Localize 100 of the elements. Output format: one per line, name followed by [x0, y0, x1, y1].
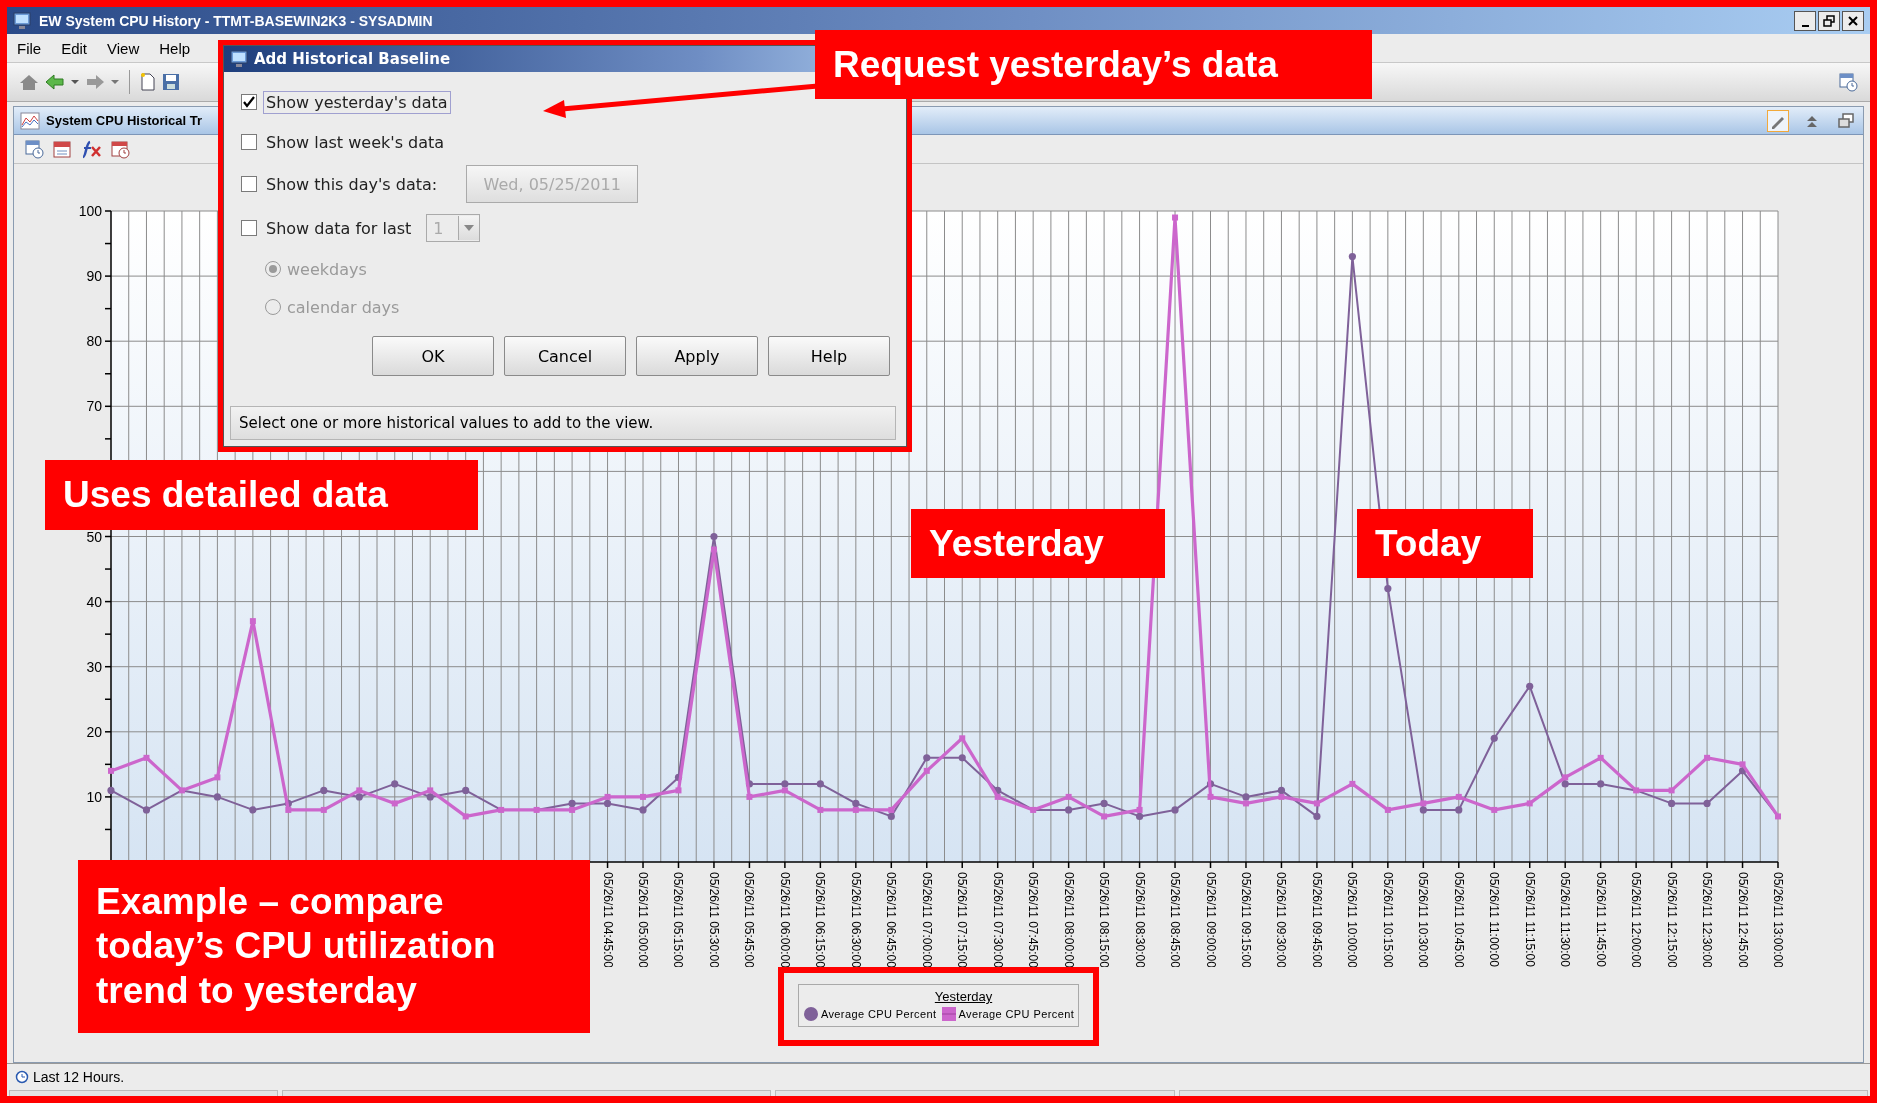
checkbox[interactable]	[241, 176, 257, 192]
callout-label: Today	[1357, 509, 1533, 578]
panel-tool-button[interactable]	[1767, 109, 1789, 132]
x-tick-label: 05/26/11 10:30:00	[1415, 872, 1430, 967]
x-tick-label: 05/26/11 12:30:00	[1699, 872, 1714, 967]
data-point	[1348, 780, 1355, 787]
data-point	[391, 800, 398, 807]
chart-icon	[20, 111, 40, 130]
menu-item[interactable]: Edit	[61, 39, 88, 57]
x-tick-label: 05/26/11 11:00:00	[1486, 872, 1501, 967]
data-point	[461, 786, 469, 794]
calendar-clock-icon[interactable]	[1838, 72, 1858, 92]
x-tick-label: 05/26/11 09:15:00	[1238, 872, 1253, 967]
calendar-clock-icon[interactable]	[110, 139, 130, 159]
x-tick-label: 05/26/11 06:15:00	[812, 872, 827, 967]
data-point	[533, 806, 540, 813]
y-tick-label: 100	[78, 203, 102, 219]
data-point	[1525, 682, 1533, 690]
x-tick-label: 05/26/11 11:45:00	[1593, 872, 1608, 967]
caret-icon[interactable]	[71, 79, 79, 85]
checkbox[interactable]	[241, 134, 257, 150]
menu-item[interactable]: File	[17, 39, 42, 57]
back-arrow-icon[interactable]	[45, 73, 65, 91]
x-tick-label: 05/26/11 08:00:00	[1061, 872, 1076, 967]
data-point	[958, 754, 966, 762]
x-tick-label: 05/26/11 07:15:00	[954, 872, 969, 967]
x-tick-label: 05/26/11 13:00:00	[1770, 872, 1785, 967]
x-tick-label: 05/26/11 09:30:00	[1273, 872, 1288, 967]
caret-icon[interactable]	[111, 79, 119, 85]
data-point	[107, 767, 114, 774]
data-point	[1596, 780, 1604, 788]
data-point	[1490, 734, 1498, 742]
data-point	[497, 806, 504, 813]
x-tick-label: 05/26/11 10:00:00	[1344, 872, 1359, 967]
data-point	[922, 754, 930, 762]
x-tick-label: 05/26/11 10:45:00	[1451, 872, 1466, 967]
data-point	[319, 786, 327, 794]
x-tick-label: 05/26/11 07:30:00	[990, 872, 1005, 967]
menu-item[interactable]: Help	[159, 39, 191, 57]
x-tick-label: 05/26/11 05:00:00	[635, 872, 650, 967]
y-tick-label: 40	[85, 593, 102, 610]
function-icon[interactable]	[80, 139, 102, 159]
close-icon	[1847, 14, 1859, 27]
x-tick-label: 05/26/11 08:15:00	[1096, 872, 1111, 967]
data-point	[816, 806, 823, 813]
x-tick-label: 05/26/11 05:45:00	[741, 872, 756, 967]
x-tick-label: 05/26/11 07:00:00	[919, 872, 934, 967]
callout-label: Yesterday	[911, 509, 1165, 578]
panel-title: System CPU Historical Tr	[46, 113, 203, 128]
legend-label: Average CPU Percent	[958, 1008, 1075, 1020]
menu-item[interactable]: View	[107, 39, 140, 57]
dialog-title: Add Historical Baseline	[254, 50, 451, 68]
legend-title: Yesterday	[933, 989, 993, 1004]
data-point	[1490, 806, 1497, 813]
y-tick-label: 80	[85, 333, 102, 350]
window-title: EW System CPU History - TTMT-BASEWIN2K3 - SYSADMIN	[39, 12, 433, 29]
close-button[interactable]	[1842, 10, 1864, 31]
data-point	[106, 786, 115, 794]
data-point	[639, 793, 646, 800]
x-tick-label: 05/26/11 05:30:00	[706, 872, 721, 967]
calendar-clock-icon[interactable]	[24, 139, 44, 159]
x-tick-label: 05/26/11 06:00:00	[777, 872, 792, 967]
data-point	[1667, 799, 1675, 807]
dialog-button[interactable]: Help	[768, 336, 890, 376]
data-point	[674, 773, 682, 781]
dialog-button[interactable]: Apply	[636, 336, 758, 376]
data-point	[213, 774, 220, 781]
data-point	[462, 813, 469, 820]
x-tick-label: 05/26/11 06:30:00	[848, 872, 863, 967]
dialog-button[interactable]: Cancel	[504, 336, 626, 376]
save-icon[interactable]	[162, 73, 180, 91]
data-point	[1065, 793, 1072, 800]
new-document-icon[interactable]	[140, 72, 156, 92]
data-point	[1632, 787, 1639, 794]
checkbox[interactable]	[241, 94, 257, 110]
data-point	[1171, 214, 1178, 221]
data-point	[710, 546, 717, 553]
x-tick-label: 05/26/11 08:30:00	[1132, 872, 1147, 967]
data-point	[249, 618, 256, 625]
restore-button[interactable]	[1818, 10, 1840, 31]
data-point	[1702, 799, 1711, 807]
calendar-icon[interactable]	[52, 139, 72, 159]
data-point	[390, 780, 398, 788]
data-point	[178, 787, 185, 794]
data-point	[1383, 585, 1391, 593]
radio-label: weekdays	[287, 259, 367, 279]
home-icon[interactable]	[19, 73, 39, 91]
data-point	[958, 735, 965, 742]
legend-label: Average CPU Percent	[820, 1008, 937, 1020]
checkbox[interactable]	[241, 220, 257, 236]
data-point	[1207, 793, 1213, 800]
dialog-button[interactable]: OK	[372, 336, 494, 376]
data-point	[1348, 252, 1356, 261]
minimize-button[interactable]	[1794, 10, 1816, 31]
callout-label: Request yesterday’s data	[815, 30, 1372, 99]
forward-arrow-icon[interactable]	[85, 73, 105, 91]
minimize-icon	[1801, 24, 1809, 27]
data-point	[1774, 813, 1781, 820]
data-point	[142, 806, 150, 814]
x-tick-label: 05/26/11 11:30:00	[1557, 872, 1572, 967]
